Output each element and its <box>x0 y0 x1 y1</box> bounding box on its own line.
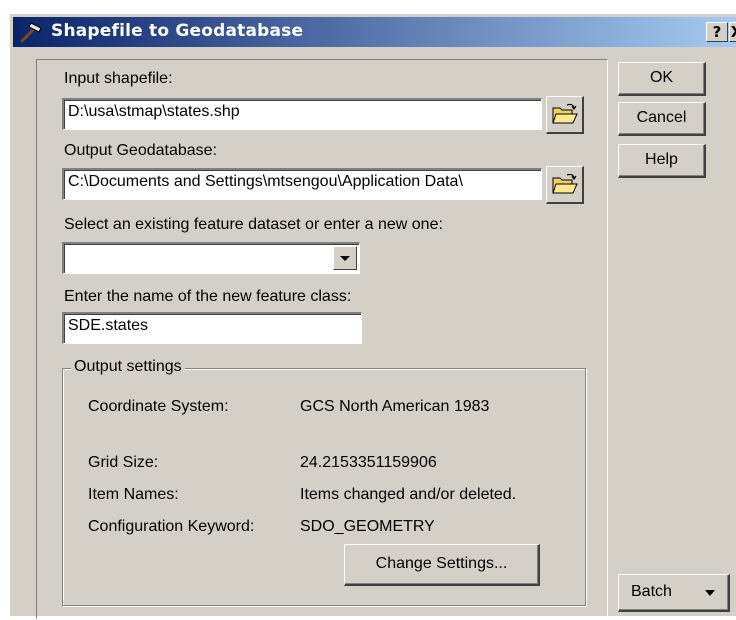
window-title: Shapefile to Geodatabase <box>51 21 304 41</box>
feature-class-field[interactable]: SDE.states <box>62 312 362 344</box>
dataset-combobox[interactable] <box>62 242 360 274</box>
item-names-value: Items changed and/or deleted. <box>300 486 517 503</box>
browse-input-button[interactable] <box>546 96 584 134</box>
feature-class-label: Enter the name of the new feature class: <box>64 288 352 305</box>
input-shapefile-field[interactable]: D:\usa\stmap\states.shp <box>62 98 542 130</box>
item-names-key: Item Names: <box>88 486 179 503</box>
dataset-label: Select an existing feature dataset or en… <box>64 216 443 233</box>
open-folder-icon <box>552 103 578 124</box>
batch-label: Batch <box>631 583 672 600</box>
coordinate-system-key: Coordinate System: <box>88 398 229 415</box>
ok-button[interactable]: OK <box>618 62 706 96</box>
dropdown-arrow-button[interactable] <box>333 246 357 270</box>
chevron-down-icon <box>340 256 350 261</box>
chevron-down-icon <box>705 590 715 596</box>
close-button[interactable]: X <box>729 22 736 42</box>
browse-output-button[interactable] <box>546 166 584 204</box>
title-bar[interactable]: Shapefile to Geodatabase ? X <box>13 17 736 47</box>
open-folder-icon <box>552 173 578 194</box>
help-button[interactable]: Help <box>618 144 706 178</box>
coordinate-system-value: GCS North American 1983 <box>300 398 490 415</box>
cancel-button[interactable]: Cancel <box>618 102 706 136</box>
context-help-button[interactable]: ? <box>706 22 728 42</box>
config-keyword-value: SDO_GEOMETRY <box>300 518 435 535</box>
dialog-window: Shapefile to Geodatabase ? X Input shape… <box>8 12 736 619</box>
change-settings-button[interactable]: Change Settings... <box>344 544 540 586</box>
output-gdb-field[interactable]: C:\Documents and Settings\mtsengou\Appli… <box>62 168 542 200</box>
config-keyword-key: Configuration Keyword: <box>88 518 255 535</box>
toolbox-hammer-icon <box>19 20 45 44</box>
batch-button[interactable]: Batch <box>618 574 730 612</box>
output-gdb-label: Output Geodatabase: <box>64 142 217 159</box>
grid-size-key: Grid Size: <box>88 454 159 471</box>
output-settings-legend: Output settings <box>71 358 185 376</box>
grid-size-value: 24.2153351159906 <box>300 454 437 471</box>
input-shapefile-label: Input shapefile: <box>64 70 173 87</box>
